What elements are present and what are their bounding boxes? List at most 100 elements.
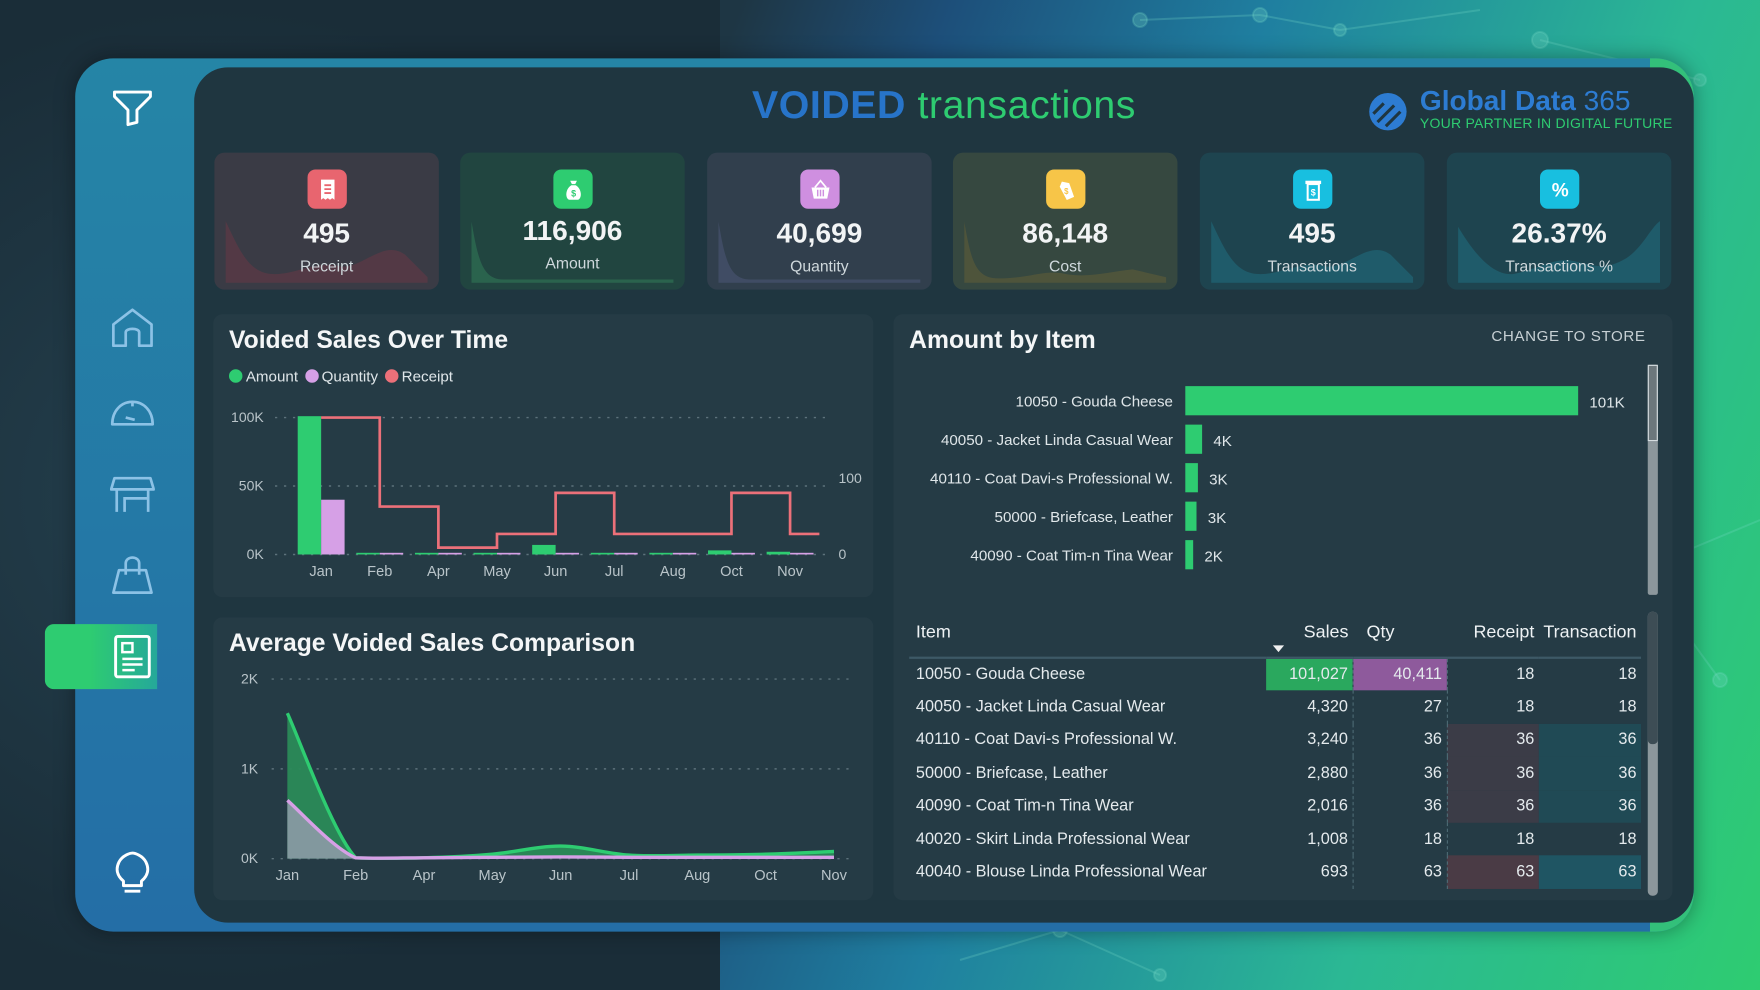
percent-icon: % (1540, 169, 1580, 209)
column-header-label: Sales (1303, 622, 1349, 642)
kpi-label: Amount (545, 253, 600, 272)
receipt-cell: 36 (1446, 756, 1539, 790)
bar-amount (1185, 424, 1203, 454)
filter-icon[interactable] (110, 85, 155, 130)
sidebar-item-home[interactable] (110, 305, 155, 350)
item-cell: 40040 - Blouse Linda Professional Wear (915, 863, 1207, 882)
kpi-card-cost: $ 86,148 Cost (952, 152, 1178, 290)
speedometer-icon (110, 400, 155, 426)
item-cell: 40050 - Jacket Linda Casual Wear (915, 698, 1166, 717)
scrollbar-thumb[interactable] (1647, 364, 1658, 442)
bar-amount (473, 552, 497, 555)
receipt-cell: 36 (1446, 723, 1539, 757)
kpi-label: Cost (1049, 257, 1082, 276)
x-tick-label: Oct (720, 564, 743, 580)
bar-amount (1185, 386, 1579, 416)
average-voided-sales-card: Average Voided Sales Comparison 0K 1K 2K Ja… (213, 617, 874, 901)
y-tick-label-left: 100K (231, 409, 264, 425)
qty-cell: 36 (1353, 723, 1448, 757)
sales-cell: 3,240 (1265, 723, 1354, 757)
kpi-card-transactions-percent: % 26.37% Transactions % (1446, 152, 1672, 290)
table-row[interactable]: 40020 - Skirt Linda Professional Wear 1,0… (909, 822, 1641, 856)
amount-by-item-card: Amount by Item CHANGE TO STORE 10050 - G… (893, 314, 1673, 901)
sort-descending-icon (1272, 645, 1284, 653)
item-table: Item Sales Qty Receipt Transaction 10050… (909, 608, 1642, 889)
brand-logo: Global Data 365 YOUR PARTNER IN DIGITAL … (1367, 85, 1672, 139)
bar-data-label: 3K (1209, 471, 1228, 488)
x-tick-label: Aug (684, 868, 710, 884)
bar-quantity (790, 552, 814, 555)
item-cell: 50000 - Briefcase, Leather (915, 764, 1108, 783)
x-tick-label: Nov (777, 564, 804, 580)
x-tick-label: May (483, 564, 511, 580)
column-header-item[interactable]: Item (909, 608, 1266, 659)
item-cell: 10050 - Gouda Cheese (915, 665, 1086, 684)
svg-text:%: % (1551, 180, 1568, 201)
bar-amount (1185, 540, 1194, 570)
receipt-step-line (321, 416, 820, 549)
table-row[interactable]: 40050 - Jacket Linda Casual Wear 4,320 27 1… (909, 690, 1641, 724)
table-scrollbar[interactable] (1647, 611, 1658, 896)
lightbulb-icon[interactable] (110, 851, 155, 896)
basket-icon (800, 169, 840, 209)
bar-quantity (614, 552, 638, 555)
table-row[interactable]: 40090 - Coat Tim-n Tina Wear 2,016 36 36 36 (909, 789, 1642, 823)
receipt-icon (307, 169, 347, 209)
sidebar-item-dashboard[interactable] (110, 391, 155, 436)
sales-cell: 2,880 (1265, 756, 1354, 790)
x-tick-label: Jul (620, 868, 639, 884)
item-cell: 40110 - Coat Davi-s Professional W. (915, 731, 1178, 750)
bar-amount (356, 552, 380, 555)
bar-amount (532, 544, 556, 555)
average-voided-sales-area-chart: 0K 1K 2K Jan Feb Apr May Jun Jul Aug Oct Nov (241, 671, 856, 884)
kpi-value: 495 (1288, 217, 1336, 250)
amount-by-item-bar-chart: 10050 - Gouda Cheese 101K 40050 - Jacket L… (930, 386, 1625, 570)
x-tick-label: Oct (754, 868, 777, 884)
transaction-cell: 36 (1538, 756, 1642, 790)
bar-category-label: 10050 - Gouda Cheese (1016, 393, 1173, 410)
scrollbar-thumb[interactable] (1647, 611, 1658, 745)
bar-quantity (496, 552, 521, 555)
qty-cell: 18 (1353, 822, 1448, 856)
x-tick-label: Apr (427, 564, 450, 580)
y-tick-label: 0K (241, 850, 259, 866)
sales-cell: 1,008 (1265, 822, 1354, 856)
bar-amount (590, 552, 615, 555)
column-header-transaction[interactable]: Transaction (1538, 608, 1642, 659)
kpi-value: 116,906 (522, 215, 623, 247)
x-tick-label: Jun (544, 564, 568, 580)
bar-data-label: 3K (1208, 510, 1227, 527)
transaction-cell: 36 (1538, 723, 1642, 757)
table-row[interactable]: 50000 - Briefcase, Leather 2,880 36 36 36 (909, 756, 1642, 790)
main-panel: VOIDED transactions Global Data 365 YOUR… (194, 67, 1694, 923)
qty-cell: 36 (1353, 789, 1448, 823)
x-tick-label: Aug (660, 564, 686, 580)
sidebar-item-store[interactable] (109, 471, 156, 516)
kpi-label: Receipt (299, 257, 354, 276)
store-icon (109, 476, 156, 512)
kpi-label: Transactions % (1505, 257, 1613, 276)
kpi-card-transactions: $ 495 Transactions (1199, 152, 1425, 290)
y-tick-label-right: 100 (838, 470, 862, 486)
table-row[interactable]: 40110 - Coat Davi-s Professional W. 3,240… (909, 723, 1642, 757)
column-header-sales[interactable]: Sales (1265, 608, 1354, 659)
sidebar-item-shopping[interactable] (110, 552, 155, 597)
table-row[interactable]: 10050 - Gouda Cheese 101,027 40,411 18 18 (909, 657, 1641, 691)
svg-text:$: $ (1310, 187, 1315, 197)
kpi-label: Transactions (1267, 257, 1357, 276)
column-header-receipt[interactable]: Receipt (1446, 608, 1539, 659)
chart-scrollbar[interactable] (1647, 364, 1658, 595)
bar-amount (297, 416, 322, 555)
title-transactions: transactions (917, 83, 1137, 127)
sidebar-item-report[interactable] (110, 634, 155, 679)
x-tick-label: Apr (413, 868, 436, 884)
column-header-qty[interactable]: Qty (1353, 608, 1447, 659)
globe-logo-icon (1369, 92, 1407, 131)
kpi-value: 86,148 (1022, 217, 1109, 250)
money-bag-icon: $ (553, 169, 593, 209)
receipt-dollar-icon: $ (1293, 169, 1333, 209)
brand-number: 365 (1583, 85, 1631, 117)
x-tick-label: Nov (821, 868, 848, 884)
voided-sales-over-time-card: Voided Sales Over Time Amount Quantity R… (213, 314, 874, 598)
table-row[interactable]: 40040 - Blouse Linda Professional Wear 69… (909, 855, 1642, 889)
